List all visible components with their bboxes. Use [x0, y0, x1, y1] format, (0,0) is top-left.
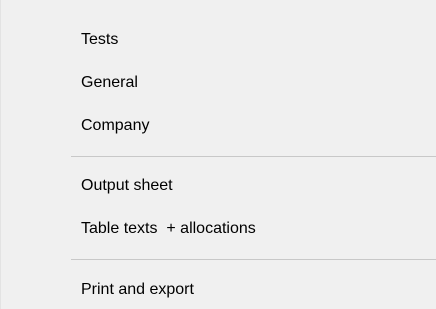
menu-item-tests[interactable]: Tests: [2, 22, 436, 58]
menu-item-general[interactable]: General: [2, 65, 436, 101]
menu-item-label: Output sheet: [81, 177, 173, 194]
menu-item-company[interactable]: Company: [2, 108, 436, 144]
menu-separator: [71, 259, 436, 260]
menu-item-table-texts-allocations[interactable]: Table texts + allocations: [2, 211, 436, 247]
menu-item-label: Company: [81, 117, 150, 134]
menu-item-label: Print and export: [81, 281, 194, 298]
menu-item-print-and-export[interactable]: Print and export: [2, 272, 436, 308]
context-menu: Tests General Company Output sheet Table…: [0, 0, 436, 309]
menu-separator: [71, 156, 436, 157]
menu-item-label: General: [81, 74, 138, 91]
menu-item-label: Tests: [81, 31, 119, 48]
menu-item-label: Table texts + allocations: [81, 220, 256, 237]
menu-item-output-sheet[interactable]: Output sheet: [2, 168, 436, 204]
